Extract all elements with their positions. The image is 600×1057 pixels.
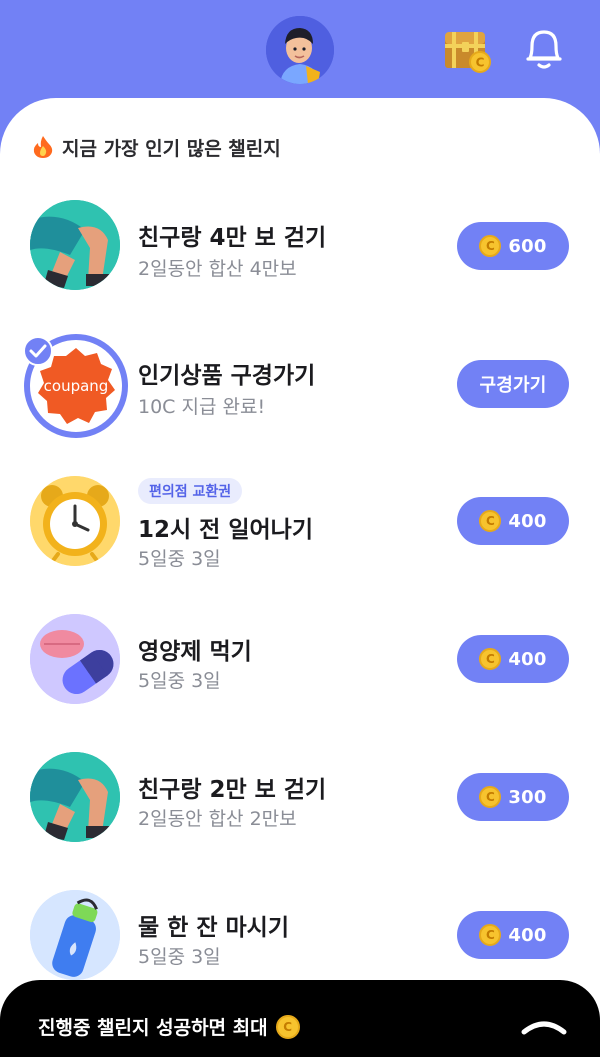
walking-thumbnail bbox=[30, 200, 120, 290]
walking-thumbnail bbox=[30, 752, 120, 842]
coin-icon: C bbox=[479, 510, 502, 532]
item-subtitle: 2일동안 합산 4만보 bbox=[138, 258, 297, 280]
chevron-up-icon[interactable] bbox=[520, 1014, 568, 1036]
reward-button[interactable]: C 400 bbox=[457, 911, 569, 959]
coupang-logo-text: coupang bbox=[44, 377, 109, 395]
user-avatar-icon bbox=[266, 16, 334, 84]
reward-button[interactable]: C 400 bbox=[457, 497, 569, 545]
item-subtitle: 10C 지급 완료! bbox=[138, 396, 266, 418]
item-subtitle: 5일중 3일 bbox=[138, 946, 221, 968]
item-title: 친구랑 2만 보 걷기 bbox=[138, 777, 327, 803]
bottom-sheet-label: 진행중 챌린지 성공하면 최대 C bbox=[38, 1013, 300, 1040]
reward-amount: 400 bbox=[508, 510, 547, 532]
challenge-item[interactable]: 편의점 교환권 12시 전 일어나기 5일중 3일 C 400 bbox=[0, 460, 600, 580]
alarm-thumbnail bbox=[30, 476, 120, 566]
alarm-clock-icon bbox=[30, 476, 120, 566]
challenge-item[interactable]: coupang 인기상품 구경가기 10C 지급 완료! 구경가기 bbox=[0, 324, 600, 444]
item-subtitle: 5일중 3일 bbox=[138, 670, 221, 692]
bell-icon[interactable] bbox=[520, 22, 568, 74]
item-title: 12시 전 일어나기 bbox=[138, 517, 313, 543]
challenge-item[interactable]: 친구랑 2만 보 걷기 2일동안 합산 2만보 C 300 bbox=[0, 738, 600, 858]
bottle-thumbnail bbox=[30, 890, 120, 980]
reward-amount: 400 bbox=[508, 648, 547, 670]
browse-button-label: 구경가기 bbox=[479, 375, 547, 396]
item-subtitle: 2일동안 합산 2만보 bbox=[138, 808, 297, 830]
check-badge-icon bbox=[23, 336, 53, 366]
reward-button[interactable]: C 600 bbox=[457, 222, 569, 270]
challenge-item[interactable]: 물 한 잔 마시기 5일중 3일 C 400 bbox=[0, 876, 600, 996]
reward-button[interactable]: C 400 bbox=[457, 635, 569, 683]
item-subtitle: 5일중 3일 bbox=[138, 548, 221, 570]
svg-text:C: C bbox=[476, 56, 485, 70]
reward-amount: 600 bbox=[508, 235, 547, 257]
coin-icon: C bbox=[479, 648, 502, 670]
reward-amount: 300 bbox=[508, 786, 547, 808]
coin-icon: C bbox=[275, 1014, 300, 1039]
reward-amount: 400 bbox=[508, 924, 547, 946]
item-title: 친구랑 4만 보 걷기 bbox=[138, 225, 327, 251]
reward-button[interactable]: C 300 bbox=[457, 773, 569, 821]
challenge-item[interactable]: 친구랑 4만 보 걷기 2일동안 합산 4만보 C 600 bbox=[0, 186, 600, 306]
pills-icon bbox=[30, 614, 120, 704]
fire-icon bbox=[33, 136, 53, 158]
pills-thumbnail bbox=[30, 614, 120, 704]
treasure-chest-coin-icon[interactable]: C bbox=[442, 24, 494, 76]
water-bottle-icon bbox=[30, 890, 120, 980]
avatar[interactable] bbox=[266, 16, 334, 84]
bottom-sheet-text: 진행중 챌린지 성공하면 최대 bbox=[38, 1017, 268, 1039]
section-title: 지금 가장 인기 많은 챌린지 bbox=[62, 137, 281, 160]
browse-button[interactable]: 구경가기 bbox=[457, 360, 569, 408]
item-title: 물 한 잔 마시기 bbox=[138, 915, 289, 941]
coin-icon: C bbox=[479, 924, 502, 946]
reward-tag: 편의점 교환권 bbox=[138, 478, 243, 504]
challenge-item[interactable]: 영양제 먹기 5일중 3일 C 400 bbox=[0, 600, 600, 720]
item-title: 인기상품 구경가기 bbox=[138, 363, 316, 389]
walking-legs-icon bbox=[30, 752, 120, 842]
coin-icon: C bbox=[479, 786, 502, 808]
walking-legs-icon bbox=[30, 200, 120, 290]
top-bar: C bbox=[0, 0, 600, 110]
section-header: 지금 가장 인기 많은 챌린지 bbox=[32, 132, 281, 162]
item-title: 영양제 먹기 bbox=[138, 639, 252, 665]
coin-icon: C bbox=[479, 235, 502, 257]
